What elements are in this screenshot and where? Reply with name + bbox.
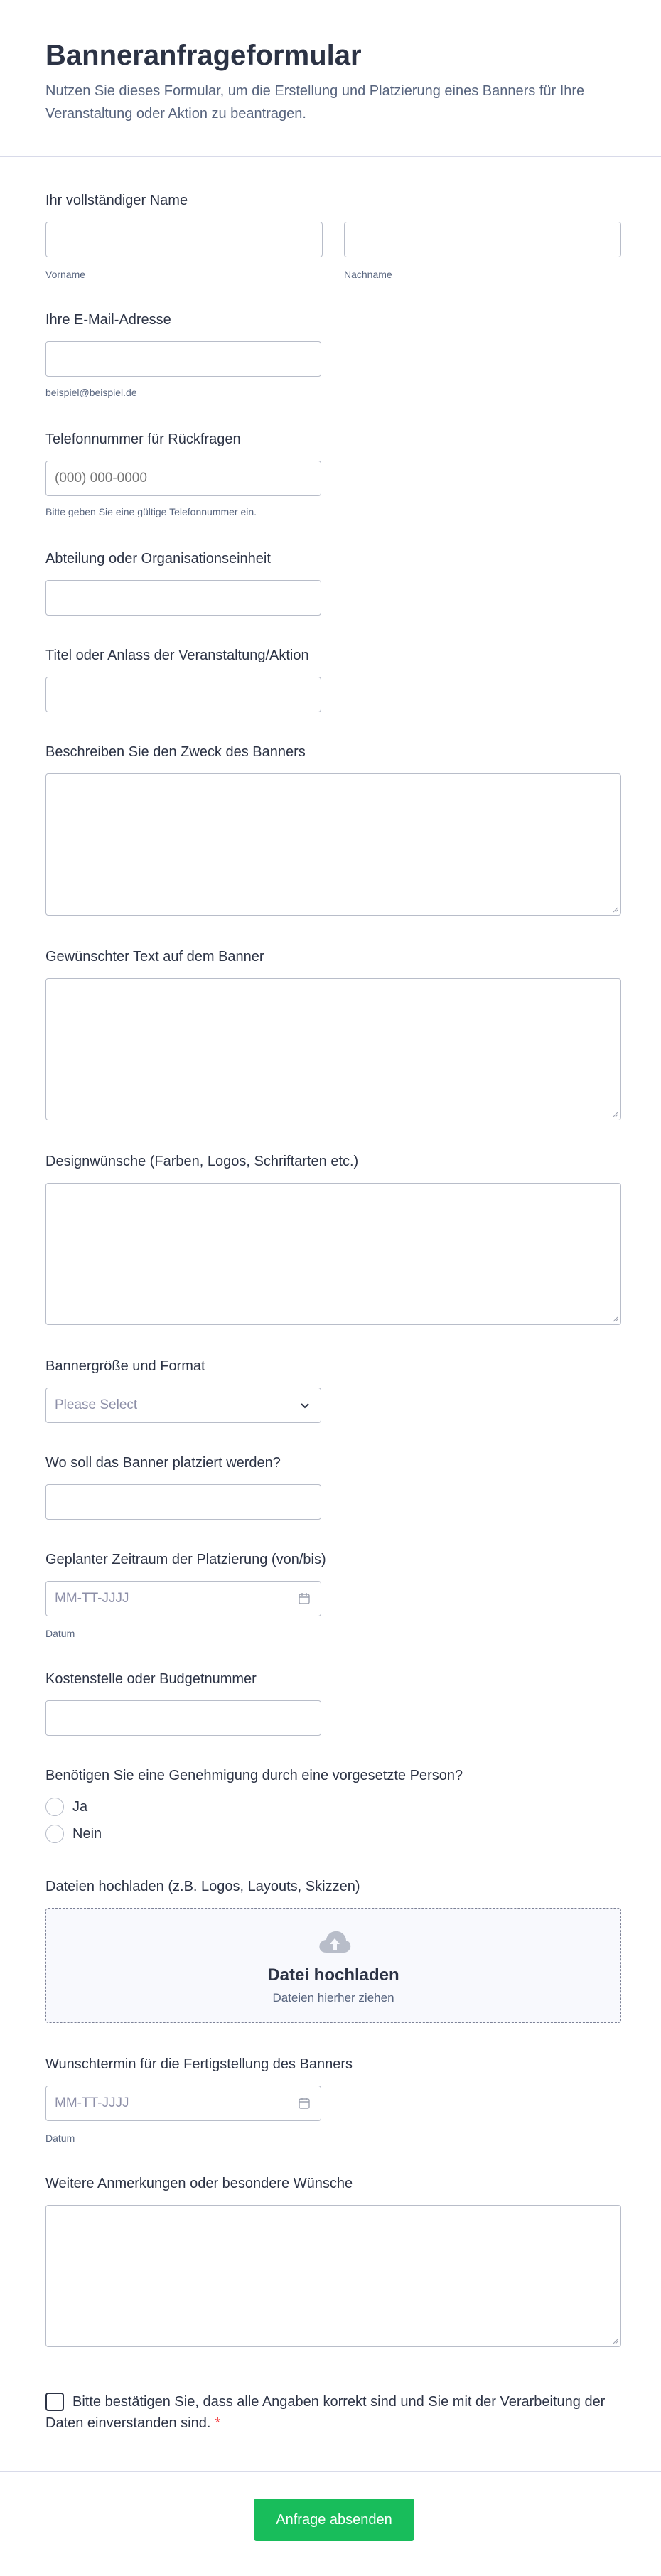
resize-handle-icon[interactable] [611,2337,618,2344]
completion-date-input[interactable]: MM-TT-JJJJ [45,2086,321,2121]
size-format-select[interactable]: Please Select [45,1388,321,1423]
size-format-placeholder: Please Select [55,1397,138,1412]
consent-text-wrapper: Bitte bestätigen Sie, dass alle Angaben … [45,2391,621,2434]
banner-text-question: Gewünschter Text auf dem Banner [45,947,621,1125]
cloud-upload-icon [319,1931,351,1953]
consent-text: Bitte bestätigen Sie, dass alle Angaben … [45,2394,606,2431]
completion-date-label: Wunschtermin für die Fertigstellung des … [45,2056,353,2072]
purpose-textarea[interactable] [45,773,621,916]
completion-date-sublabel: Datum [45,2132,75,2144]
email-question: Ihre E-Mail-Adresse beispiel@beispiel.de [45,310,621,402]
radio-button[interactable] [45,1825,64,1843]
approval-option-label: Nein [72,1825,102,1842]
period-sublabel: Datum [45,1628,75,1639]
file-upload-dropzone[interactable]: Datei hochladen Dateien hierher ziehen [45,1908,621,2023]
phone-question: Telefonnummer für Rückfragen Bitte geben… [45,429,621,522]
form-subtitle: Nutzen Sie dieses Formular, um die Erste… [45,83,585,122]
cost-center-label: Kostenstelle oder Budgetnummer [45,1671,257,1687]
size-format-label: Bannergröße und Format [45,1358,205,1374]
upload-title: Datei hochladen [267,1965,399,1985]
purpose-question: Beschreiben Sie den Zweck des Banners [45,742,621,920]
design-label: Designwünsche (Farben, Logos, Schriftart… [45,1154,359,1169]
department-label: Abteilung oder Organisationseinheit [45,551,271,567]
department-question: Abteilung oder Organisationseinheit [45,549,621,620]
radio-button[interactable] [45,1798,64,1816]
email-label: Ihre E-Mail-Adresse [45,312,171,328]
first-name-sublabel: Vorname [45,269,86,280]
notes-label: Weitere Anmerkungen oder besondere Wünsc… [45,2176,353,2191]
completion-date-placeholder: MM-TT-JJJJ [55,2095,129,2110]
banner-text-textarea[interactable] [45,978,621,1120]
first-name-input[interactable] [45,222,323,257]
required-marker: * [215,2415,221,2431]
placement-input[interactable] [45,1484,321,1520]
email-sublabel: beispiel@beispiel.de [45,387,137,398]
design-textarea[interactable] [45,1183,621,1325]
approval-option-label: Ja [72,1798,88,1815]
placement-question: Wo soll das Banner platziert werden? [45,1453,621,1524]
phone-sublabel: Bitte geben Sie eine gültige Telefonnumm… [45,506,257,517]
notes-question: Weitere Anmerkungen oder besondere Wünsc… [45,2174,621,2351]
design-question: Designwünsche (Farben, Logos, Schriftart… [45,1152,621,1329]
last-name-input[interactable] [344,222,621,257]
period-label: Geplanter Zeitraum der Platzierung (von/… [45,1552,326,1567]
resize-handle-icon[interactable] [611,1110,618,1117]
approval-option-ja[interactable]: Ja [45,1797,87,1817]
period-date-input[interactable]: MM-TT-JJJJ [45,1581,321,1616]
form-header: Banneranfrageformular Nutzen Sie dieses … [0,0,661,157]
phone-input[interactable] [45,461,321,496]
resize-handle-icon[interactable] [611,1315,618,1322]
upload-label: Dateien hochladen (z.B. Logos, Layouts, … [45,1879,360,1894]
event-title-label: Titel oder Anlass der Veranstaltung/Akti… [45,648,309,663]
full-name-question: Ihr vollständiger Name Vorname Nachname [45,190,621,283]
upload-question: Dateien hochladen (z.B. Logos, Layouts, … [45,1877,621,2027]
approval-label: Benötigen Sie eine Genehmigung durch ein… [45,1768,463,1783]
consent-question: Bitte bestätigen Sie, dass alle Angaben … [45,2391,621,2437]
event-title-question: Titel oder Anlass der Veranstaltung/Akti… [45,645,621,717]
form-title: Banneranfrageformular [45,40,362,71]
cost-center-question: Kostenstelle oder Budgetnummer [45,1669,621,1740]
purpose-label: Beschreiben Sie den Zweck des Banners [45,744,306,760]
size-format-question: Bannergröße und Format Please Select [45,1356,621,1427]
approval-option-nein[interactable]: Nein [45,1824,102,1844]
period-question: Geplanter Zeitraum der Platzierung (von/… [45,1550,621,1642]
period-date-placeholder: MM-TT-JJJJ [55,1591,129,1606]
chevron-down-icon [301,1403,309,1409]
notes-textarea[interactable] [45,2205,621,2347]
full-name-label: Ihr vollständiger Name [45,193,188,208]
cost-center-input[interactable] [45,1700,321,1736]
submit-button[interactable]: Anfrage absenden [254,2499,414,2541]
resize-handle-icon[interactable] [611,906,618,913]
department-input[interactable] [45,580,321,616]
last-name-sublabel: Nachname [344,269,392,280]
email-input[interactable] [45,341,321,377]
calendar-icon[interactable] [298,2097,311,2110]
placement-label: Wo soll das Banner platziert werden? [45,1455,281,1471]
phone-label: Telefonnummer für Rückfragen [45,431,241,447]
approval-question: Benötigen Sie eine Genehmigung durch ein… [45,1766,621,1851]
event-title-input[interactable] [45,677,321,712]
upload-subtitle: Dateien hierher ziehen [272,1991,394,2005]
completion-date-question: Wunschtermin für die Fertigstellung des … [45,2054,621,2147]
calendar-icon[interactable] [298,1592,311,1605]
footer-divider [0,2471,661,2472]
banner-text-label: Gewünschter Text auf dem Banner [45,949,264,965]
